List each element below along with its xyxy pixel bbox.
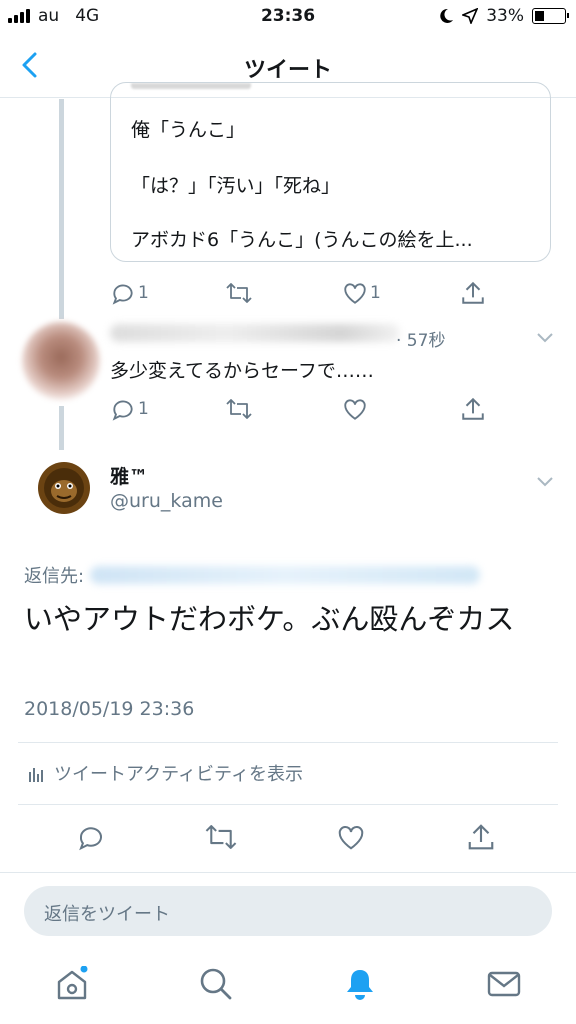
tweet-activity-label: ツイートアクティビティを表示: [54, 764, 303, 785]
retweet-icon: [226, 283, 252, 303]
tab-bar: [0, 950, 576, 1024]
tweet-activity-link[interactable]: ツイートアクティビティを表示: [28, 760, 303, 786]
redacted-reply-handles[interactable]: [90, 566, 481, 584]
heart-icon: [344, 399, 366, 420]
location-icon: [462, 8, 479, 24]
main-tweet-actions: [0, 822, 576, 858]
retweet-button[interactable]: [225, 280, 253, 306]
redacted-username: [110, 324, 400, 342]
monkey-avatar-image: [36, 460, 92, 516]
battery-percent: 33%: [486, 6, 524, 26]
page-title: ツイート: [243, 58, 332, 83]
moon-icon: [440, 8, 454, 23]
user-handle[interactable]: @uru_kame: [110, 490, 223, 512]
tab-search[interactable]: [198, 966, 234, 1006]
share-icon: [462, 397, 484, 420]
reply-timestamp: · 57秒: [396, 331, 446, 351]
quoted-tweet-card[interactable]: 俺「うんこ」 「は？」「汚い」「死ね」 アボカド6「うんこ」(うんこの絵を上..…: [110, 82, 551, 262]
reply-count: 1: [138, 399, 149, 419]
heart-icon[interactable]: [336, 822, 366, 852]
tweet-actions: 1 1: [110, 280, 490, 310]
reply-button[interactable]: 1: [110, 280, 149, 306]
quoted-tweet-line: 「は？」「汚い」「死ね」: [131, 175, 341, 197]
home-icon: [57, 965, 88, 1000]
display-name[interactable]: 雅™: [110, 462, 148, 489]
thread-line: [59, 406, 64, 450]
reply-icon: [112, 284, 133, 305]
reply-to-label: 返信先:: [24, 566, 85, 587]
notifications-icon: [347, 970, 373, 1000]
heart-icon: [344, 283, 366, 304]
reply-icon: [112, 400, 133, 421]
like-button[interactable]: 1: [342, 280, 381, 306]
status-right: 33%: [438, 6, 569, 26]
share-button[interactable]: [460, 396, 486, 422]
chevron-down-icon[interactable]: [536, 476, 554, 488]
divider: [18, 804, 558, 805]
reply-button[interactable]: 1: [110, 396, 149, 422]
like-count: 1: [370, 283, 381, 303]
tweet-text: いやアウトだわボケ。ぶん殴んぞカス: [24, 602, 515, 636]
like-button[interactable]: [342, 396, 368, 422]
retweet-button[interactable]: [225, 396, 253, 422]
avatar[interactable]: [36, 460, 92, 516]
activity-icon: [29, 768, 43, 782]
tweet-timestamp: 2018/05/19 23:36: [24, 698, 195, 720]
tab-home[interactable]: [54, 965, 90, 1006]
share-icon[interactable]: [466, 822, 496, 852]
quoted-tweet-clipped-header: [131, 83, 251, 89]
tweet-actions: 1: [110, 396, 490, 426]
compose-placeholder: 返信をツイート: [44, 904, 170, 925]
avatar[interactable]: [22, 322, 100, 400]
retweet-icon[interactable]: [204, 822, 238, 852]
reply-text: 多少変えてるからセーフで……: [110, 360, 374, 382]
messages-icon: [487, 971, 521, 997]
search-icon: [200, 968, 232, 1000]
thread-line: [59, 99, 64, 319]
share-button[interactable]: [460, 280, 486, 306]
battery-icon: [532, 8, 569, 24]
chevron-down-icon[interactable]: [536, 332, 554, 344]
quoted-tweet-line: アボカド6「うんこ」(うんこの絵を上...: [131, 229, 473, 251]
tab-messages[interactable]: [486, 966, 522, 1006]
reply-icon[interactable]: [76, 822, 106, 852]
reply-to-line: 返信先:: [24, 562, 481, 588]
divider: [18, 742, 558, 743]
reply-count: 1: [138, 283, 149, 303]
retweet-icon: [226, 399, 252, 419]
reply-compose-field[interactable]: 返信をツイート: [24, 886, 552, 936]
share-icon: [462, 281, 484, 304]
tab-notifications[interactable]: [342, 966, 378, 1006]
divider: [0, 872, 576, 873]
quoted-tweet-line: 俺「うんこ」: [131, 119, 246, 141]
status-bar: au 4G 23:36 33%: [0, 0, 576, 34]
